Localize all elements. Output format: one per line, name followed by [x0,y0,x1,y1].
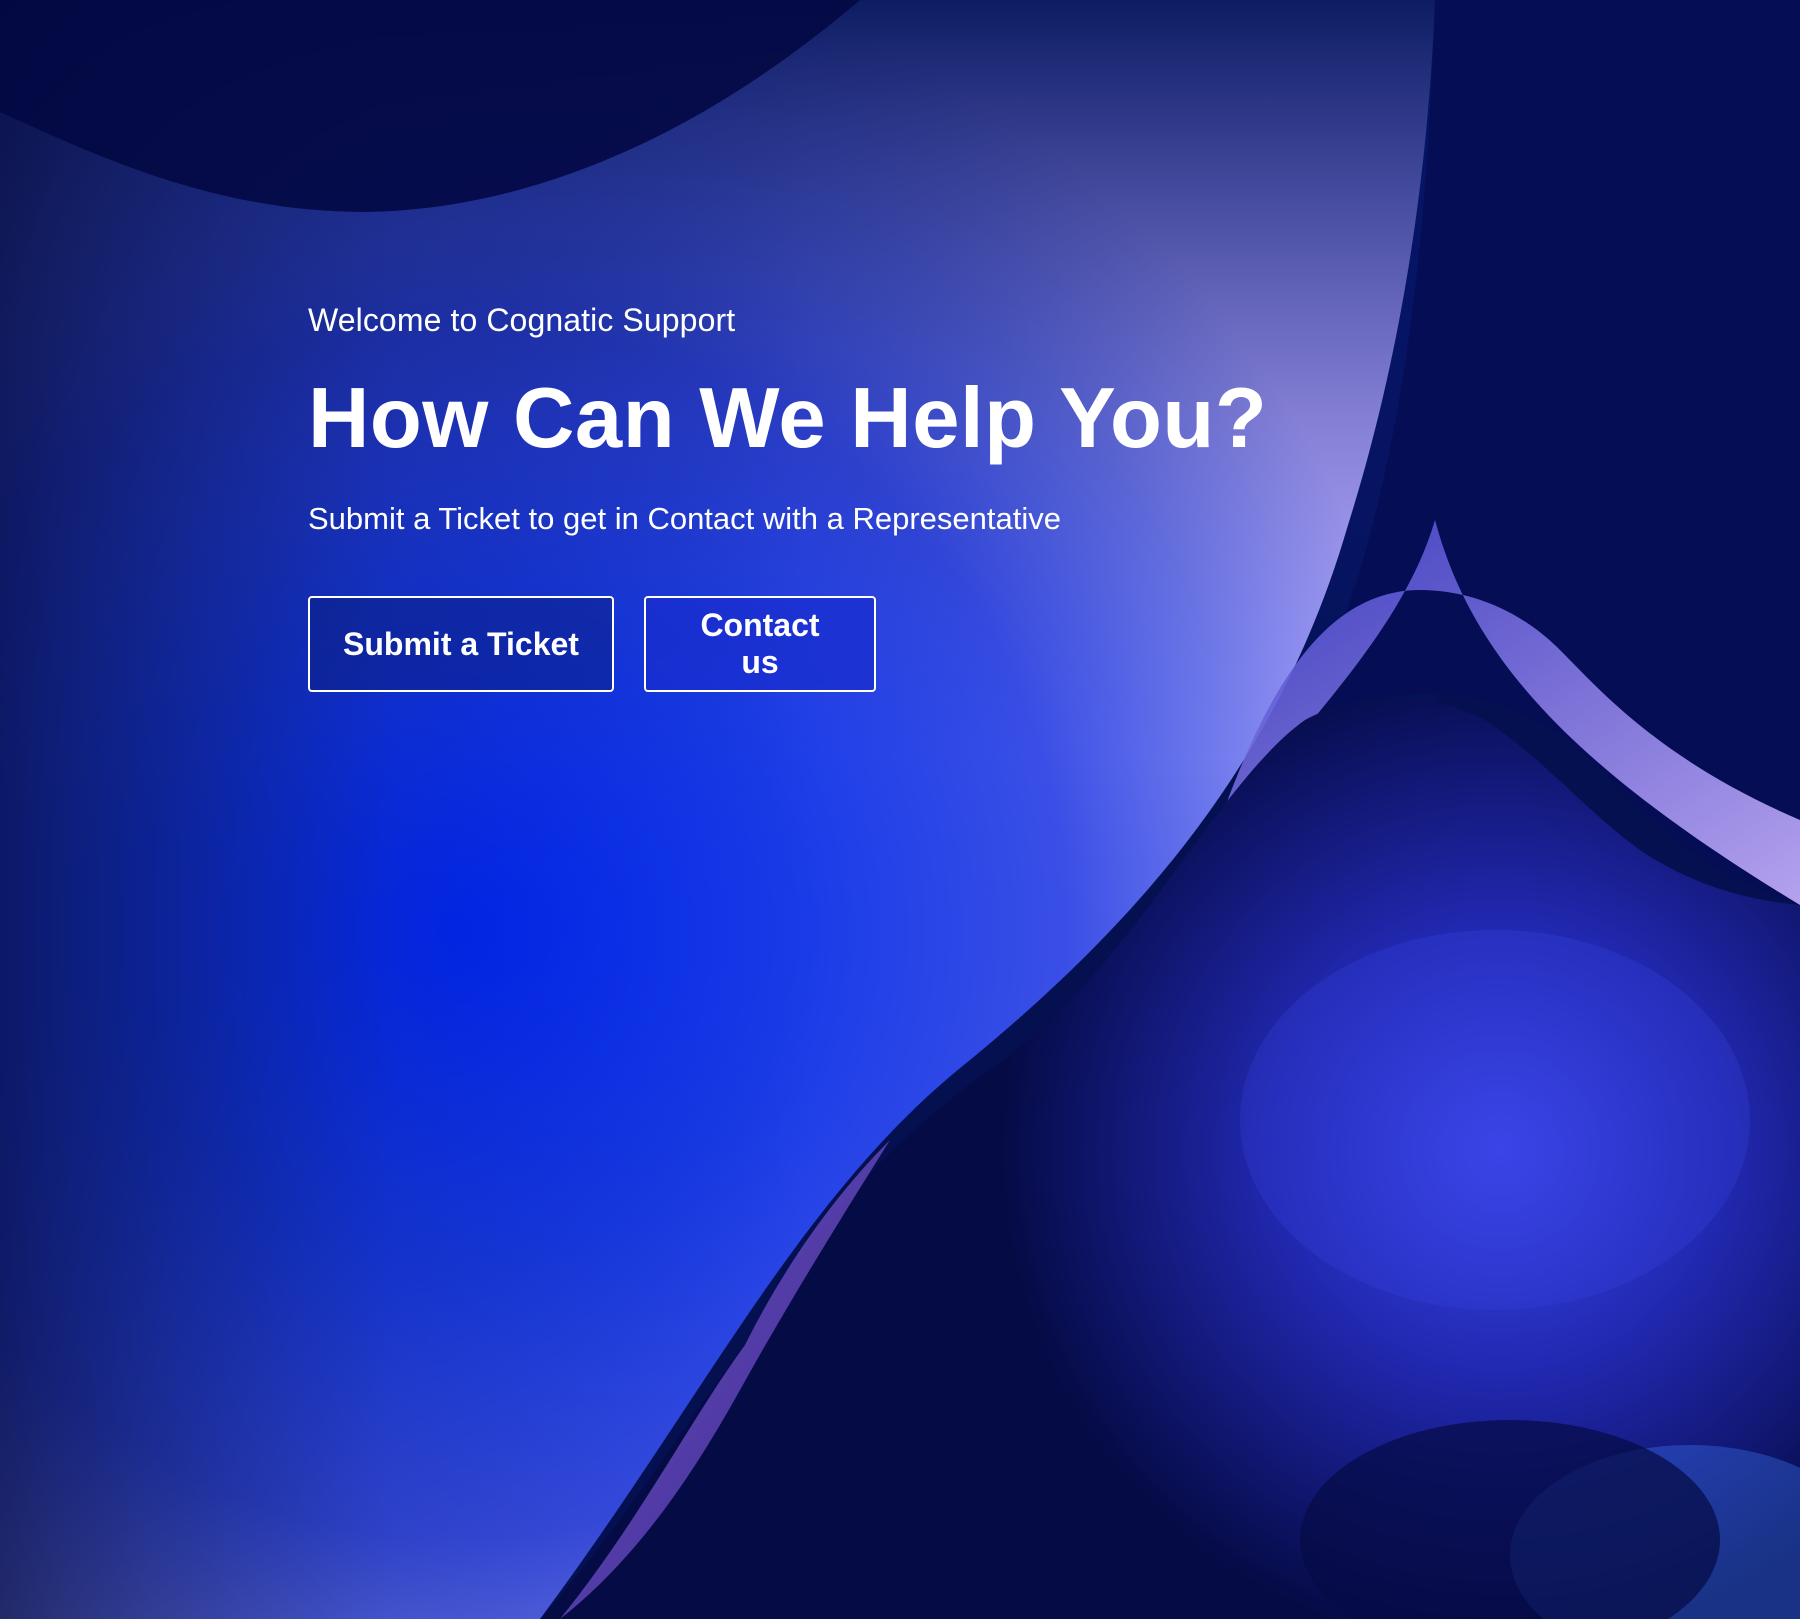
welcome-text: Welcome to Cognatic Support [308,302,736,338]
submit-ticket-button[interactable]: Submit a Ticket [308,596,614,692]
action-buttons: Submit a Ticket Contact us [308,596,1408,692]
support-description: Submit a Ticket to get in Contact with a… [308,501,1061,536]
contact-us-button[interactable]: Contact us [644,596,876,692]
abstract-wave-background [0,0,1800,1619]
page-title: How Can We Help You? [308,371,1268,466]
hero-section: Welcome to Cognatic Support How Can We H… [308,296,1408,692]
